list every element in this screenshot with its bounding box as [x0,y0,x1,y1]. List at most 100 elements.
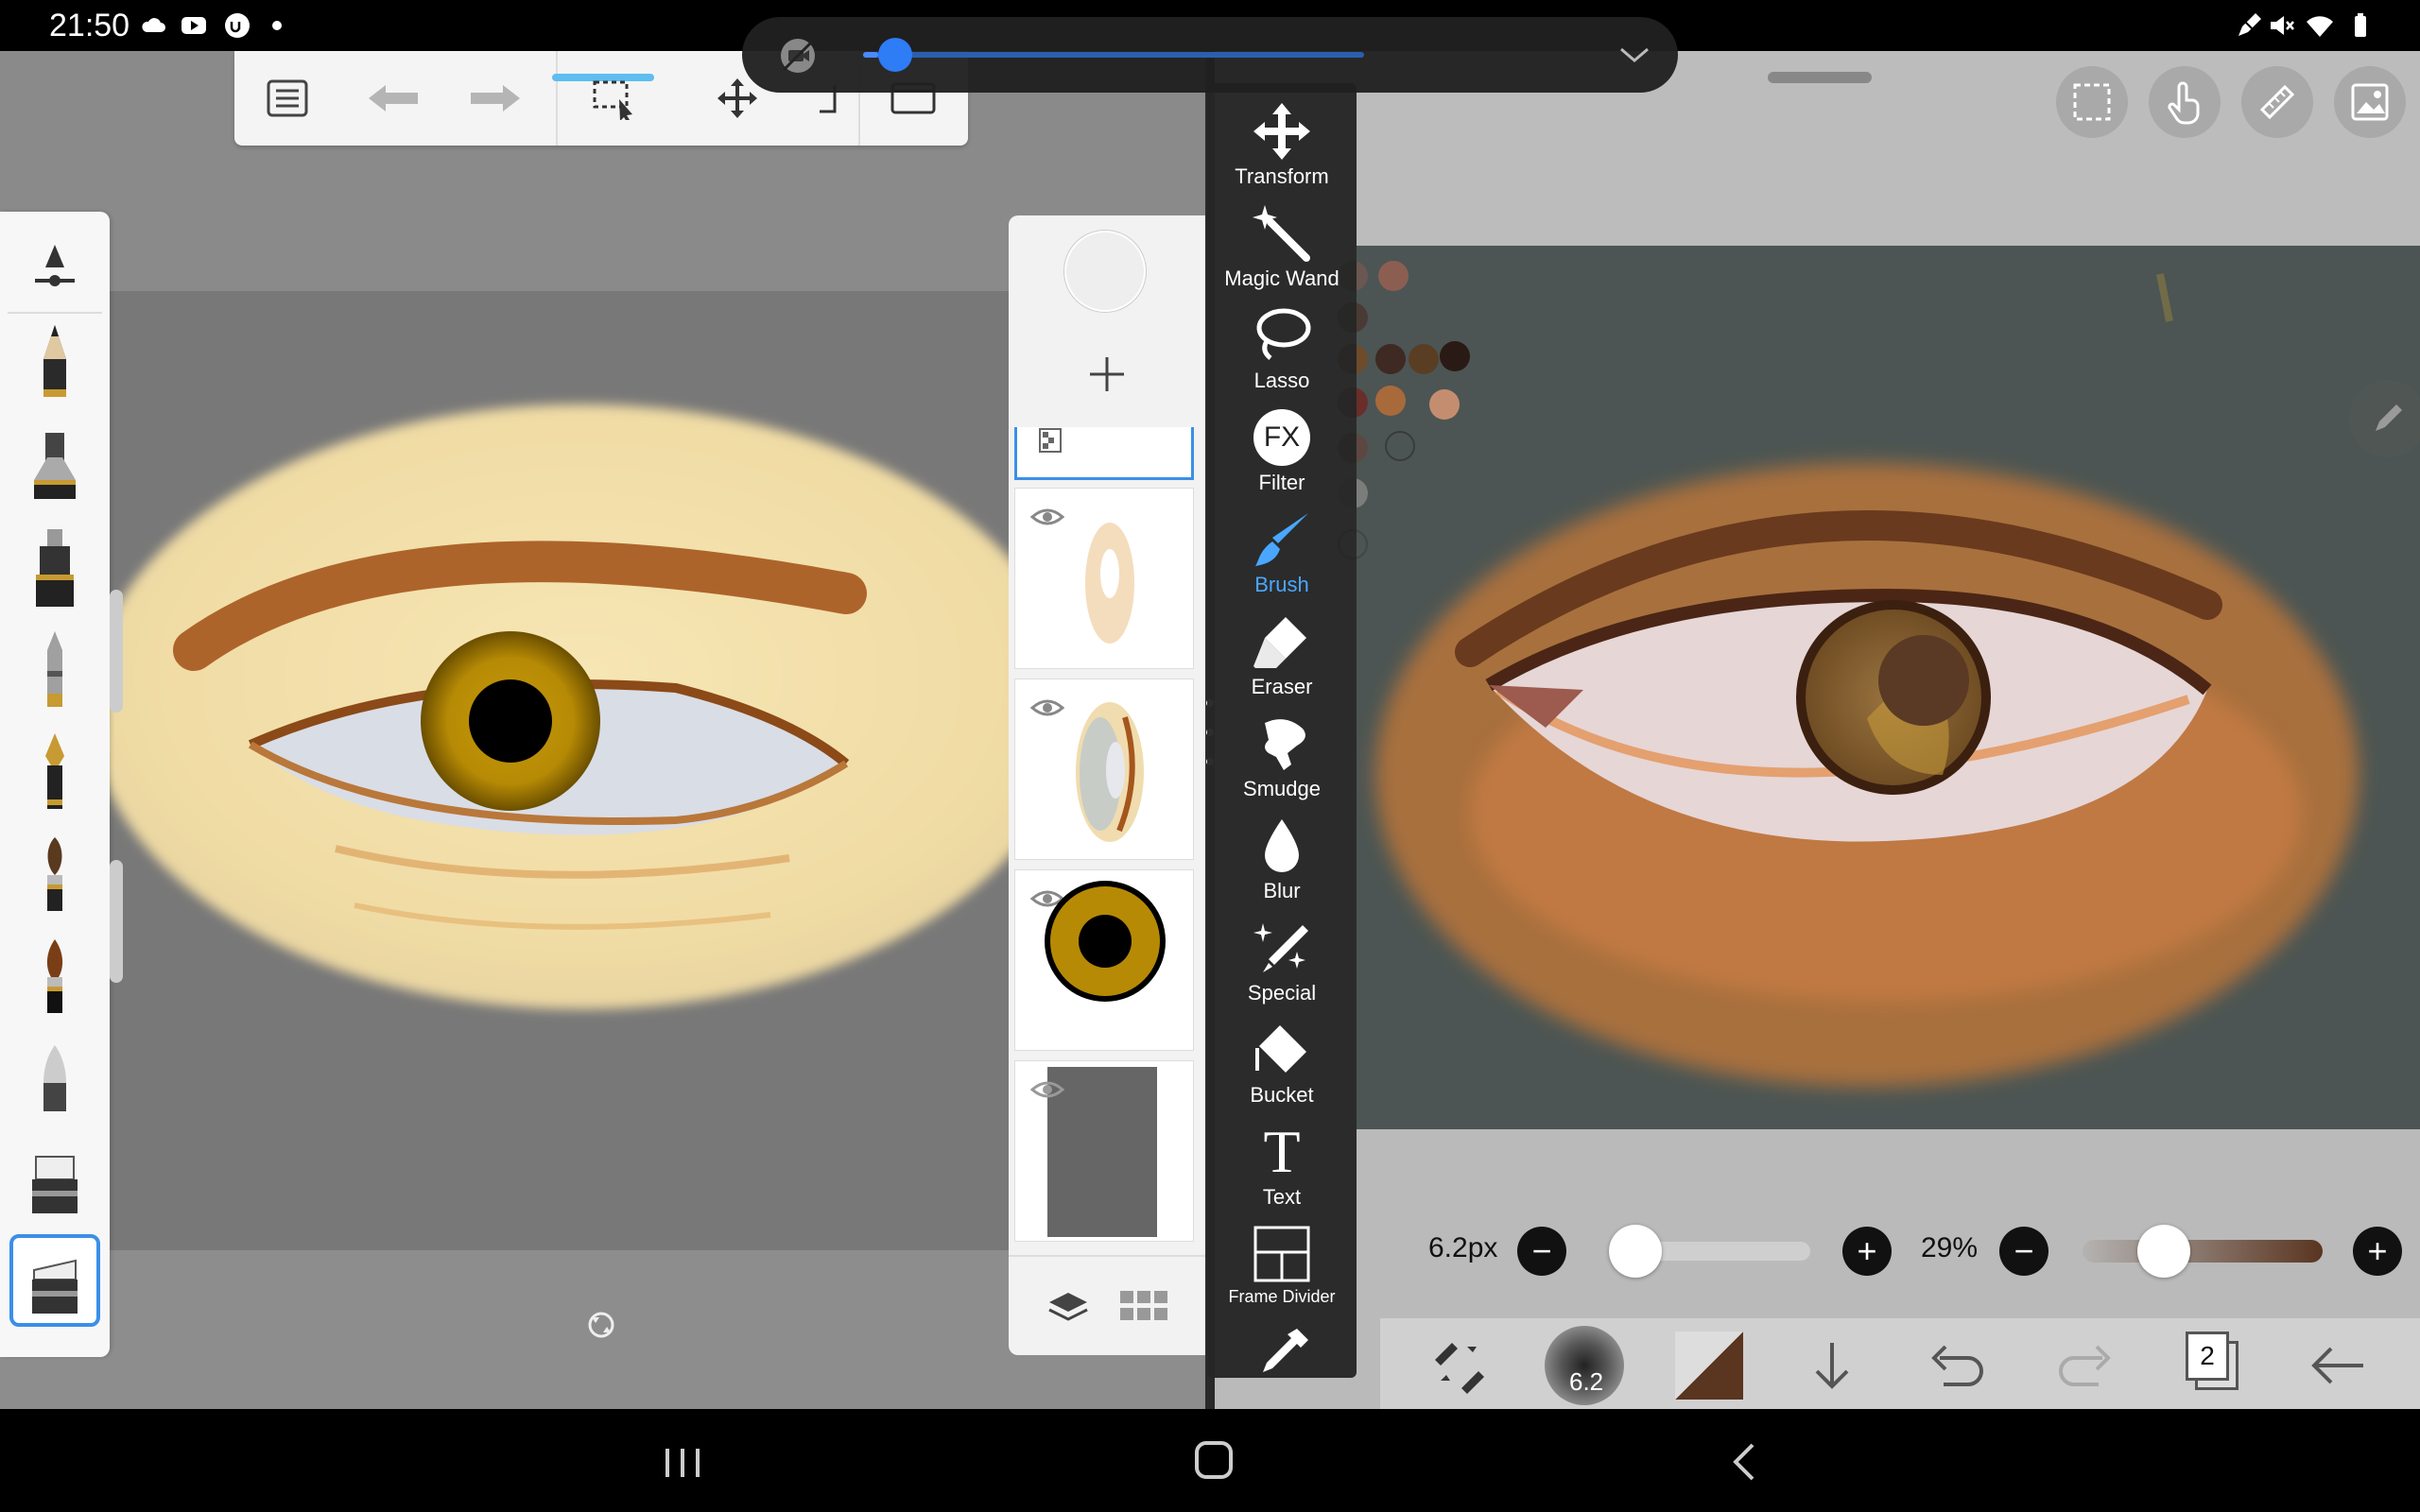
ruler-icon[interactable] [2241,66,2313,138]
tool-blur[interactable]: Blur [1207,815,1357,917]
layer-item[interactable] [1014,1060,1194,1242]
brush-panel-scrollbar[interactable] [110,860,123,983]
ink-pen-icon[interactable] [9,420,100,512]
image-icon[interactable] [2334,66,2406,138]
grid-icon[interactable] [1118,1287,1169,1325]
color-swatch[interactable] [1385,431,1415,461]
tool-lasso[interactable]: Lasso [1207,304,1357,406]
selection-icon[interactable] [2056,66,2128,138]
side-pen-button[interactable] [2349,380,2420,457]
layer-item[interactable] [1014,869,1194,1051]
layer-item[interactable] [1014,488,1194,669]
pencil-icon[interactable] [9,318,100,410]
redo-icon[interactable] [2055,1341,2116,1390]
technical-pen-icon[interactable] [9,522,100,614]
opacity-slider[interactable] [2083,1240,2323,1263]
airbrush-icon[interactable] [9,1032,100,1125]
tool-filter[interactable]: FX Filter [1207,406,1357,508]
layer-thumbnail [1076,702,1144,842]
tool-bucket[interactable]: Bucket [1207,1019,1357,1121]
color-swatch[interactable] [1378,261,1409,291]
media-control [742,17,1678,93]
layers-count-icon[interactable]: 2 [2186,1332,2240,1394]
chevron-down-icon[interactable] [1617,43,1651,66]
recents-icon[interactable] [662,1443,703,1481]
rotate-icon[interactable] [584,1308,618,1342]
tool-magic-wand[interactable]: Magic Wand [1207,202,1357,304]
marker-icon[interactable] [9,624,100,716]
brush-preview-value: 6.2 [1569,1367,1604,1396]
tool-label: Blur [1263,879,1301,902]
eyedropper-icon [1249,1325,1315,1378]
tool-label: Special [1247,981,1317,1005]
drag-handle[interactable] [1768,72,1872,83]
down-arrow-icon[interactable] [1804,1337,1860,1394]
brush-size-icon[interactable] [9,221,100,314]
layer-item-selected[interactable] [1014,427,1194,480]
media-progress-bar [863,52,878,58]
selection-icon[interactable] [584,68,645,129]
flat-brush-icon[interactable] [9,930,100,1022]
round-brush-icon[interactable] [9,828,100,920]
right-canvas[interactable] [1357,246,2420,1129]
tool-smudge[interactable]: Smudge [1207,713,1357,815]
color-swatch[interactable] [1409,344,1439,374]
brush-size-increase-button[interactable]: + [1842,1227,1892,1276]
brush-preview-icon[interactable]: 6.2 [1545,1326,1624,1405]
battery-icon [2355,13,2366,37]
eraser-icon[interactable] [9,1134,100,1227]
brush-size-decrease-button[interactable]: − [1517,1227,1566,1276]
filter-icon: FX [1249,406,1315,469]
text-icon: T [1249,1121,1315,1183]
dot-icon [272,21,282,30]
tool-eraser[interactable]: Eraser [1207,610,1357,713]
color-swatch[interactable] [1440,341,1470,371]
eye-icon[interactable] [1030,506,1064,528]
media-progress-thumb[interactable] [878,38,912,72]
tool-label: Filter [1258,471,1305,494]
blur-icon [1249,815,1315,877]
opacity-decrease-button[interactable]: − [1999,1227,2048,1276]
brush-size-slider-thumb[interactable] [1609,1225,1662,1278]
no-video-icon[interactable] [778,36,818,76]
color-swatch[interactable] [1375,386,1406,416]
brush-panel-scrollbar[interactable] [110,590,123,713]
tool-menu: Transform Magic Wand Lasso FX Filter Bru… [1207,83,1357,1378]
finger-icon[interactable] [2149,66,2221,138]
smudge-eraser-icon[interactable] [9,1234,100,1327]
add-layer-icon[interactable] [1009,329,1205,420]
eye-icon[interactable] [1030,1078,1064,1101]
special-icon [1249,917,1315,979]
layer-count: 2 [2186,1332,2229,1381]
brush-panel [0,212,123,1357]
list-icon[interactable] [257,68,318,129]
eye-icon[interactable] [1030,696,1064,719]
undo-icon[interactable] [363,68,424,129]
color-circle-icon[interactable] [1064,231,1146,312]
fountain-pen-icon[interactable] [9,726,100,818]
text-icon-glyph: T [1263,1118,1301,1185]
opacity-slider-thumb[interactable] [2137,1225,2190,1278]
media-progress-track[interactable] [863,52,1364,58]
tool-brush[interactable]: Brush [1207,508,1357,610]
undo-icon[interactable] [1927,1341,1987,1390]
tool-special[interactable]: Special [1207,917,1357,1019]
brush-size-value: 6.2px [1428,1232,1498,1263]
redo-icon[interactable] [465,68,526,129]
tool-label: Lasso [1253,369,1310,392]
color-swatch[interactable] [1375,344,1406,374]
swap-tools-icon[interactable] [1429,1337,1490,1394]
tool-label: Smudge [1243,777,1321,800]
opacity-increase-button[interactable]: + [2353,1227,2402,1276]
app-icon [225,13,250,38]
color-swatch-icon[interactable] [1675,1332,1743,1400]
tool-transform[interactable]: Transform [1207,100,1357,202]
color-swatch[interactable] [1429,389,1460,420]
tool-label: Bucket [1250,1083,1314,1107]
back-icon[interactable] [1728,1441,1762,1483]
back-arrow-icon[interactable] [2307,1341,2367,1390]
home-icon[interactable] [1193,1439,1235,1481]
layers-icon[interactable] [1046,1289,1090,1327]
layer-item[interactable] [1014,679,1194,860]
tool-eyedropper[interactable] [1207,1325,1357,1378]
